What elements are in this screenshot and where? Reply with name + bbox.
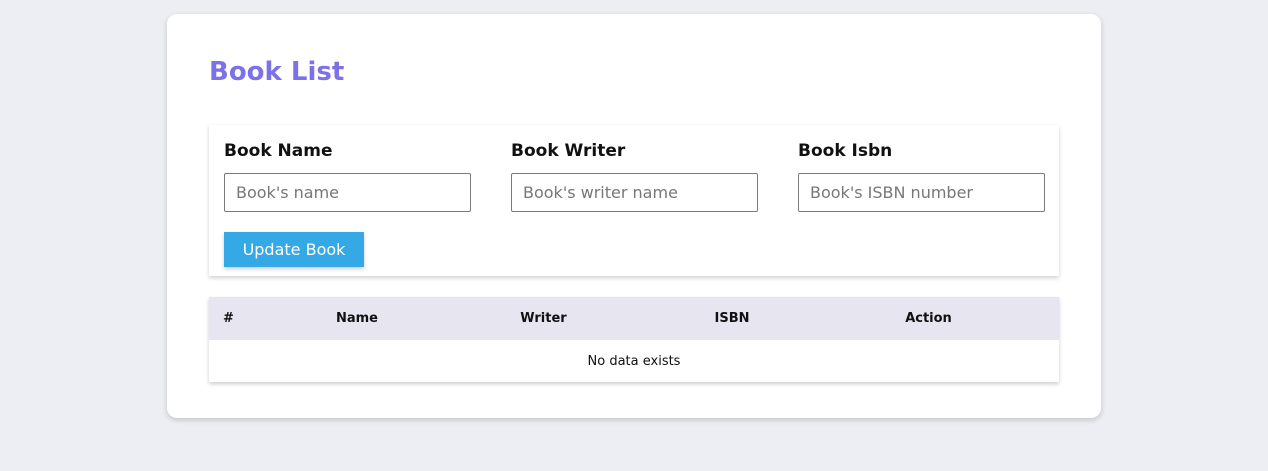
empty-message: No data exists [587,353,681,369]
column-header-action: Action [905,311,952,326]
book-writer-input[interactable] [511,173,758,212]
column-header-isbn: ISBN [714,311,750,326]
book-form: Book Name Book Writer Book Isbn Update B… [209,125,1059,276]
table-header: # Name Writer ISBN Action [209,297,1059,340]
book-isbn-field-group: Book Isbn [798,141,1045,212]
book-name-input[interactable] [224,173,471,212]
book-table: # Name Writer ISBN Action No data exists [209,297,1059,382]
book-writer-label: Book Writer [511,141,626,161]
book-name-label: Book Name [224,141,333,161]
book-list-card: Book List Book Name Book Writer Book Isb… [167,14,1101,418]
book-isbn-input[interactable] [798,173,1045,212]
page-title: Book List [209,57,345,87]
column-header-name: Name [335,311,378,326]
update-book-button[interactable]: Update Book [224,232,364,267]
table-empty-row: No data exists [209,340,1059,382]
book-isbn-label: Book Isbn [798,141,893,161]
table-body: No data exists [209,340,1059,382]
column-header-writer: Writer [520,311,567,326]
column-header-index: # [223,311,234,326]
book-table-grid: # Name Writer ISBN Action No data exists [209,297,1059,382]
book-name-field-group: Book Name [224,141,471,212]
table-header-row: # Name Writer ISBN Action [209,297,1059,340]
book-writer-field-group: Book Writer [511,141,758,212]
